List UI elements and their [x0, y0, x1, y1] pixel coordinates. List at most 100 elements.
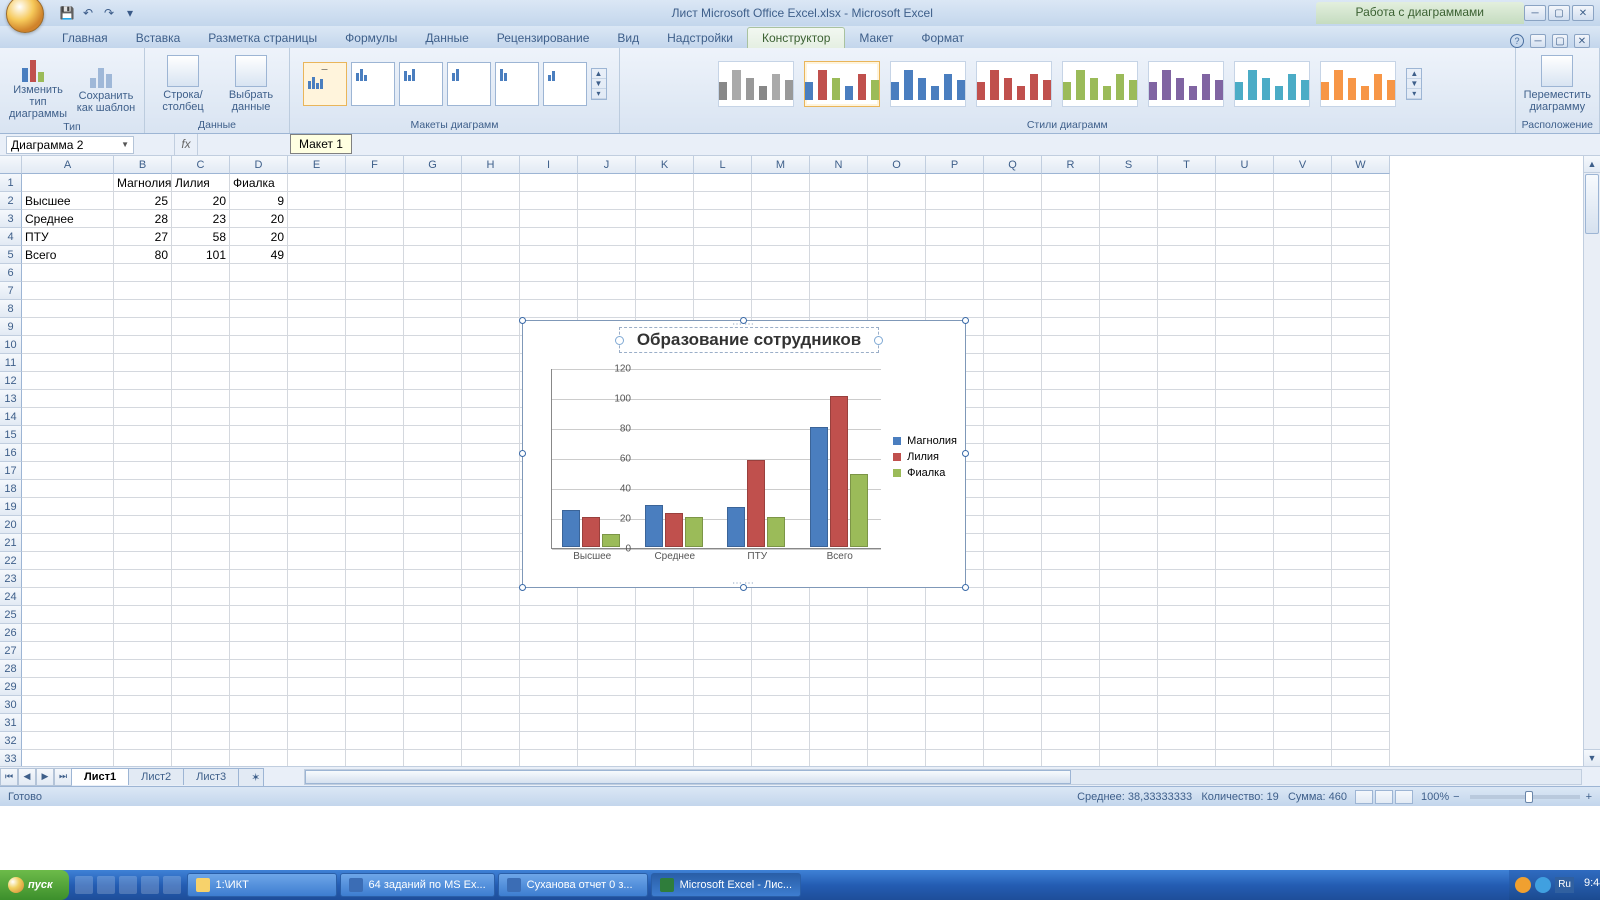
- cell[interactable]: [752, 696, 810, 714]
- row-header[interactable]: 2: [0, 192, 22, 210]
- cell[interactable]: [346, 408, 404, 426]
- cell[interactable]: [810, 282, 868, 300]
- cell[interactable]: [1042, 192, 1100, 210]
- cell[interactable]: [114, 318, 172, 336]
- cell[interactable]: [288, 264, 346, 282]
- bar[interactable]: [767, 517, 785, 547]
- cell[interactable]: [868, 174, 926, 192]
- taskbar-item-word2[interactable]: Суханова отчет 0 з...: [498, 873, 648, 897]
- formula-input[interactable]: [198, 136, 1600, 154]
- cell[interactable]: [810, 750, 868, 766]
- row-header[interactable]: 29: [0, 678, 22, 696]
- cell[interactable]: [1274, 444, 1332, 462]
- cell[interactable]: [868, 624, 926, 642]
- cell[interactable]: [346, 390, 404, 408]
- row-header[interactable]: 15: [0, 426, 22, 444]
- cell[interactable]: [172, 642, 230, 660]
- cell[interactable]: [230, 426, 288, 444]
- cell[interactable]: [868, 714, 926, 732]
- cell[interactable]: [172, 390, 230, 408]
- cell[interactable]: [288, 552, 346, 570]
- cell[interactable]: [1216, 318, 1274, 336]
- cell[interactable]: Всего: [22, 246, 114, 264]
- cell[interactable]: [1332, 282, 1390, 300]
- cell[interactable]: [1274, 534, 1332, 552]
- cell[interactable]: [752, 192, 810, 210]
- cell[interactable]: [1158, 516, 1216, 534]
- cell[interactable]: [1100, 390, 1158, 408]
- taskbar-item-word[interactable]: 64 заданий по MS Ex...: [340, 873, 495, 897]
- style-item-2[interactable]: [804, 61, 880, 107]
- cell[interactable]: [1274, 570, 1332, 588]
- column-header[interactable]: I: [520, 156, 578, 174]
- cell[interactable]: [1100, 588, 1158, 606]
- bar[interactable]: [602, 534, 620, 548]
- cell[interactable]: [1216, 192, 1274, 210]
- cell[interactable]: [520, 174, 578, 192]
- cell[interactable]: [694, 210, 752, 228]
- cell[interactable]: [172, 462, 230, 480]
- cell[interactable]: [578, 174, 636, 192]
- cell[interactable]: [520, 588, 578, 606]
- cell[interactable]: [984, 408, 1042, 426]
- cell[interactable]: [1216, 498, 1274, 516]
- cell[interactable]: [22, 282, 114, 300]
- cell[interactable]: Среднее: [22, 210, 114, 228]
- cell[interactable]: [1042, 480, 1100, 498]
- close-button[interactable]: ✕: [1572, 5, 1594, 21]
- cell[interactable]: [346, 462, 404, 480]
- cell[interactable]: [1042, 678, 1100, 696]
- cell[interactable]: [346, 192, 404, 210]
- cell[interactable]: [694, 714, 752, 732]
- layout-item-5[interactable]: [495, 62, 539, 106]
- cell[interactable]: [636, 696, 694, 714]
- cell[interactable]: [462, 516, 520, 534]
- cell[interactable]: [288, 660, 346, 678]
- cell[interactable]: [404, 390, 462, 408]
- tab-view[interactable]: Вид: [603, 28, 653, 48]
- cell[interactable]: [462, 300, 520, 318]
- cell[interactable]: [578, 660, 636, 678]
- cell[interactable]: [810, 714, 868, 732]
- cell[interactable]: [1158, 534, 1216, 552]
- cell[interactable]: [1100, 750, 1158, 766]
- cell[interactable]: [1100, 642, 1158, 660]
- cell[interactable]: [1216, 444, 1274, 462]
- cell[interactable]: [752, 732, 810, 750]
- cell[interactable]: [1100, 318, 1158, 336]
- cell[interactable]: [984, 606, 1042, 624]
- scrollbar-thumb[interactable]: [305, 770, 1070, 784]
- cell[interactable]: [926, 678, 984, 696]
- column-header[interactable]: E: [288, 156, 346, 174]
- layout-item-6[interactable]: [543, 62, 587, 106]
- cell[interactable]: [984, 246, 1042, 264]
- cell[interactable]: [22, 516, 114, 534]
- cell[interactable]: [1158, 642, 1216, 660]
- cell[interactable]: [694, 678, 752, 696]
- cell[interactable]: [984, 390, 1042, 408]
- new-sheet-button[interactable]: ✶: [238, 768, 264, 786]
- cell[interactable]: [1274, 228, 1332, 246]
- cell[interactable]: [230, 336, 288, 354]
- cell[interactable]: [22, 696, 114, 714]
- cell[interactable]: [984, 426, 1042, 444]
- sheet-first-button[interactable]: ⏮: [0, 768, 18, 786]
- cell[interactable]: [636, 300, 694, 318]
- cell[interactable]: [114, 750, 172, 766]
- cell[interactable]: [1100, 426, 1158, 444]
- cell[interactable]: [288, 516, 346, 534]
- cell[interactable]: [1042, 336, 1100, 354]
- style-item-5[interactable]: [1062, 61, 1138, 107]
- cell[interactable]: [694, 624, 752, 642]
- cell[interactable]: [1158, 588, 1216, 606]
- tab-data[interactable]: Данные: [411, 28, 482, 48]
- row-header[interactable]: 23: [0, 570, 22, 588]
- cell[interactable]: [230, 750, 288, 766]
- cell[interactable]: [1100, 282, 1158, 300]
- cell[interactable]: [230, 552, 288, 570]
- cell[interactable]: [462, 606, 520, 624]
- cell[interactable]: [1332, 696, 1390, 714]
- cell[interactable]: [868, 282, 926, 300]
- cell[interactable]: 9: [230, 192, 288, 210]
- cell[interactable]: [1216, 282, 1274, 300]
